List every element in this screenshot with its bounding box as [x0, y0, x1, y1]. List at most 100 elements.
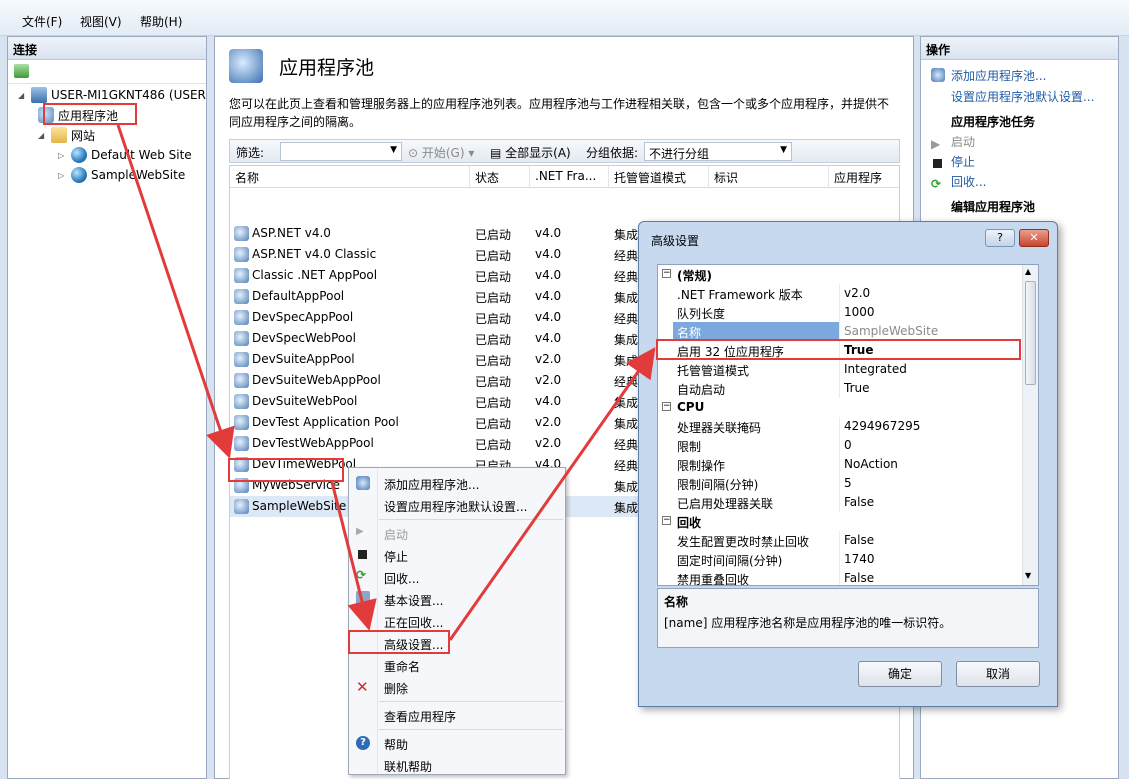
menu-view[interactable]: 视图(V) [80, 13, 122, 30]
property-value[interactable]: True [844, 381, 870, 395]
close-title-button[interactable]: ✕ [1019, 229, 1049, 247]
recycle-icon: ⟳ [356, 568, 367, 582]
property-grid: − (常规) .NET Framework 版本 v2.0 队列长度 1000 名称 Samp… [657, 264, 1039, 586]
cell-name: DevSuiteWebPool [252, 394, 358, 408]
property-row[interactable]: 限制 0 [658, 436, 1024, 455]
start-button[interactable]: ⊙ 开始(G) ▾ [408, 144, 474, 161]
property-key: .NET Framework 版本 [677, 288, 803, 302]
expand-icon[interactable]: ▷ [58, 151, 68, 160]
ctx-stop[interactable]: 停止 [384, 548, 408, 565]
tree-site-label: SampleWebSite [91, 168, 186, 182]
property-value[interactable]: NoAction [844, 457, 898, 471]
collapse-box-icon[interactable]: − [662, 402, 671, 411]
cell-mode: 集成 [614, 333, 639, 347]
help-title-button[interactable]: ? [985, 229, 1015, 247]
col-mode[interactable]: 托管管道模式 [609, 166, 709, 188]
property-value[interactable]: False [844, 571, 874, 585]
property-value[interactable]: 1740 [844, 552, 875, 566]
group-by-select[interactable]: 不进行分组 ▼ [644, 142, 792, 161]
ctx-set-defaults[interactable]: 设置应用程序池默认设置... [384, 498, 527, 515]
scroll-thumb[interactable] [1025, 281, 1036, 385]
property-scrollbar[interactable]: ▲ ▼ [1022, 265, 1038, 585]
recycle-link[interactable]: ⟳ 回收... [931, 173, 986, 191]
cancel-button[interactable]: 取消 [956, 661, 1040, 687]
collapse-icon[interactable]: ◢ [18, 91, 28, 100]
cell-status: 已启动 [475, 312, 512, 326]
cell-mode: 集成 [614, 396, 639, 410]
property-row[interactable]: .NET Framework 版本 v2.0 [658, 284, 1024, 303]
help-icon: ? [356, 736, 370, 750]
cell-mode: 集成 [614, 228, 639, 242]
col-name[interactable]: 名称 [230, 166, 470, 188]
cell-name: DevSuiteWebAppPool [252, 373, 381, 387]
cell-mode: 集成 [614, 291, 639, 305]
property-row[interactable]: 限制操作 NoAction [658, 455, 1024, 474]
ctx-rename[interactable]: 重命名 [384, 658, 420, 675]
ok-button[interactable]: 确定 [858, 661, 942, 687]
connections-title: 连接 [8, 37, 206, 60]
ctx-start[interactable]: 启动 [384, 526, 408, 543]
collapse-box-icon[interactable]: − [662, 269, 671, 278]
tree-site-sample[interactable]: ▷ SampleWebSite [58, 165, 185, 185]
menu-help[interactable]: 帮助(H) [140, 13, 182, 30]
property-value[interactable]: False [844, 495, 874, 509]
property-row[interactable]: 固定时间间隔(分钟) 1740 [658, 550, 1024, 569]
cell-status: 已启动 [475, 375, 512, 389]
tree-site-default[interactable]: ▷ Default Web Site [58, 145, 192, 165]
tree-server-label: USER-MI1GKNT486 (USER [51, 88, 206, 102]
col-identity[interactable]: 标识 [709, 166, 829, 188]
ctx-recycle[interactable]: 回收... [384, 570, 419, 587]
ctx-help[interactable]: 帮助 [384, 736, 408, 753]
property-row[interactable]: 处理器关联掩码 4294967295 [658, 417, 1024, 436]
col-net[interactable]: .NET Fra... [530, 166, 609, 188]
property-value[interactable]: False [844, 533, 874, 547]
set-defaults-link[interactable]: 设置应用程序池默认设置... [951, 88, 1094, 105]
show-all-button[interactable]: ▤ 全部显示(A) [490, 144, 571, 161]
property-value[interactable]: 1000 [844, 305, 875, 319]
ctx-view-apps[interactable]: 查看应用程序 [384, 708, 456, 725]
menu-file[interactable]: 文件(F) [22, 13, 62, 30]
filter-input[interactable]: ▼ [280, 142, 402, 161]
property-row[interactable]: 自动启动 True [658, 379, 1024, 398]
property-value[interactable]: 0 [844, 438, 852, 452]
tree-sites[interactable]: ◢ 网站 [38, 125, 95, 145]
col-status[interactable]: 状态 [470, 166, 530, 188]
ctx-delete[interactable]: 删除 [384, 680, 408, 697]
app-pool-icon [234, 310, 249, 325]
ctx-recycling[interactable]: 正在回收... [384, 614, 443, 631]
scroll-up-icon[interactable]: ▲ [1025, 267, 1031, 276]
collapse-box-icon[interactable]: − [662, 516, 671, 525]
edit-pool-header: 编辑应用程序池 [951, 200, 1036, 214]
start-link[interactable]: ▶ 启动 [931, 133, 975, 151]
cell-name: ASP.NET v4.0 [252, 226, 331, 240]
property-value[interactable]: 5 [844, 476, 852, 490]
collapse-icon[interactable]: ◢ [38, 131, 48, 140]
app-pools-icon [229, 49, 263, 83]
tree-server[interactable]: ◢ USER-MI1GKNT486 (USER [18, 85, 206, 105]
property-row[interactable]: 限制间隔(分钟) 5 [658, 474, 1024, 493]
delete-icon: ✕ [356, 678, 369, 696]
property-value[interactable]: SampleWebSite [844, 324, 938, 338]
property-value[interactable]: v2.0 [844, 286, 870, 300]
expand-icon[interactable]: ▷ [58, 171, 68, 180]
property-row[interactable]: 禁用重叠回收 False [658, 569, 1024, 585]
col-apps[interactable]: 应用程序 [829, 166, 899, 188]
add-pool-link[interactable]: 添加应用程序池... [931, 67, 1046, 84]
cell-status: 已启动 [475, 354, 512, 368]
ctx-add-pool[interactable]: 添加应用程序池... [384, 476, 479, 493]
property-category[interactable]: − 回收 [658, 512, 1024, 531]
property-row[interactable]: 发生配置更改时禁止回收 False [658, 531, 1024, 550]
property-row[interactable]: 队列长度 1000 [658, 303, 1024, 322]
property-value[interactable]: Integrated [844, 362, 907, 376]
ctx-online-help[interactable]: 联机帮助 [384, 758, 432, 775]
property-row[interactable]: 托管管道模式 Integrated [658, 360, 1024, 379]
property-value[interactable]: 4294967295 [844, 419, 920, 433]
stop-link[interactable]: 停止 [931, 153, 975, 170]
property-category[interactable]: − CPU [658, 398, 1024, 417]
connect-icon[interactable] [14, 64, 29, 78]
ctx-basic-settings[interactable]: 基本设置... [384, 592, 443, 609]
property-row[interactable]: 已启用处理器关联 False [658, 493, 1024, 512]
cell-name: DefaultAppPool [252, 289, 345, 303]
scroll-down-icon[interactable]: ▼ [1025, 571, 1031, 580]
property-category[interactable]: − (常规) [658, 265, 1024, 284]
